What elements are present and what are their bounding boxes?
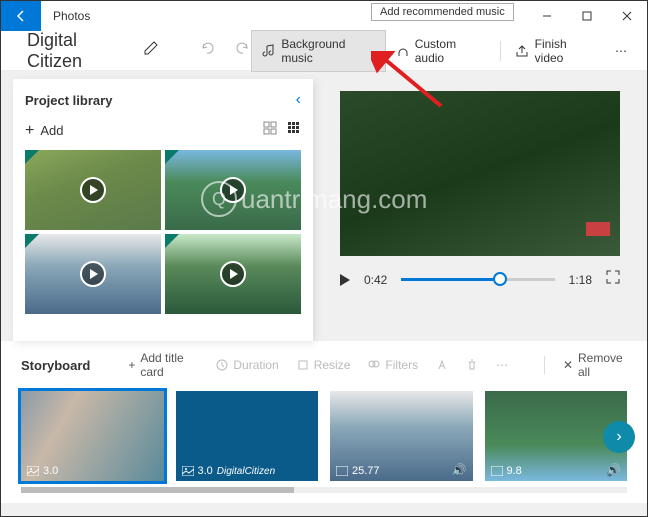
sound-icon: 🔊 [452,463,467,477]
titlebar: Photos Add recommended music [1,1,647,31]
storyboard-clip[interactable]: 25.77 🔊 [330,391,473,481]
text-icon [436,359,448,371]
finish-video-button[interactable]: Finish video [505,31,605,71]
grid-view-small-icon[interactable] [287,121,301,140]
watermark: Quantrimang.com [201,181,427,217]
minimize-button[interactable] [527,1,567,31]
remove-all-button[interactable]: ✕ Remove all [563,351,627,379]
play-button[interactable] [340,274,350,286]
library-thumbnail[interactable] [25,150,161,230]
tooltip: Add recommended music [371,3,514,21]
grid-view-large-icon[interactable] [263,121,277,140]
storyboard: Storyboard +Add title card Duration Resi… [1,341,647,503]
collapse-icon[interactable]: ‹ [296,91,301,109]
duration: 1:18 [569,273,592,287]
library-thumbnail[interactable] [165,234,301,314]
more-button[interactable]: ⋯ [605,38,637,64]
storyboard-title: Storyboard [21,358,90,373]
timeline-slider[interactable] [401,278,554,281]
filters-button[interactable]: Filters [368,358,418,372]
video-icon [336,466,348,476]
horizontal-scrollbar[interactable] [21,487,627,493]
filter-icon [368,359,380,371]
storyboard-clip[interactable]: 3.0 DigitalCitizen [176,391,319,481]
background-music-button[interactable]: Background music [251,30,385,72]
redo-button[interactable] [235,40,251,61]
close-button[interactable] [607,1,647,31]
library-thumbnail[interactable] [25,234,161,314]
delete-button[interactable] [466,359,478,371]
trash-icon [466,359,478,371]
duration-button[interactable]: Duration [216,358,278,372]
text-button[interactable] [436,359,448,371]
separator [500,41,501,61]
image-icon [182,466,194,476]
current-time: 0:42 [364,273,387,287]
pointer-arrow [371,51,451,111]
undo-button[interactable] [199,40,215,61]
add-button[interactable]: + Add [25,121,63,140]
toolbar: Digital Citizen Background music Custom … [1,31,647,71]
more-clip-button[interactable]: ⋯ [496,358,508,372]
maximize-button[interactable] [567,1,607,31]
storyboard-clip[interactable]: 3.0 [21,391,164,481]
video-preview[interactable] [340,91,620,256]
video-icon [491,466,503,476]
fullscreen-icon[interactable] [606,270,620,289]
export-icon [515,44,528,58]
resize-icon [297,359,309,371]
edit-icon[interactable] [143,40,159,61]
add-title-card-button[interactable]: +Add title card [128,351,198,379]
next-arrow-button[interactable]: › [603,421,635,453]
image-icon [27,466,39,476]
sound-icon: 🔊 [606,463,621,477]
library-title: Project library [25,93,112,108]
resize-button[interactable]: Resize [297,358,351,372]
clock-icon [216,359,228,371]
back-button[interactable] [1,1,41,31]
project-name: Digital Citizen [27,30,131,72]
music-icon [262,44,275,58]
